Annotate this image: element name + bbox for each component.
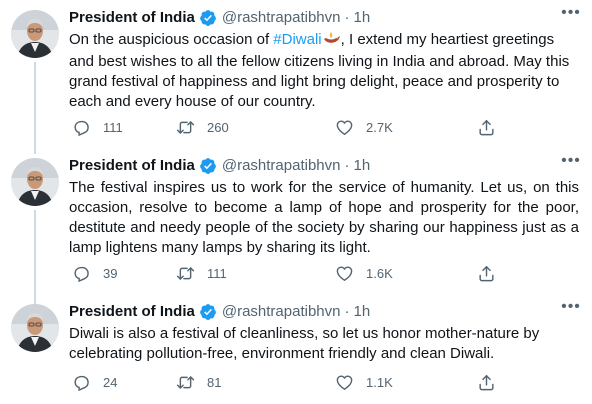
share-icon xyxy=(477,264,496,283)
tweet-1[interactable]: President of India @rashtrapatibhvn · 1h… xyxy=(0,0,592,154)
reply-icon xyxy=(72,373,91,392)
verified-badge-icon xyxy=(199,303,217,321)
tweet-3[interactable]: President of India @rashtrapatibhvn · 1h… xyxy=(0,294,592,404)
tweet-text: Diwali is also a festival of cleanliness… xyxy=(69,325,540,362)
tweet-header: President of India @rashtrapatibhvn · 1h xyxy=(69,302,370,322)
like-count: 1.1K xyxy=(366,374,393,390)
retweet-count: 81 xyxy=(207,374,222,390)
timestamp[interactable]: 1h xyxy=(353,302,370,322)
display-name[interactable]: President of India xyxy=(69,156,195,176)
retweet-button[interactable]: 260 xyxy=(176,117,229,137)
tweet-header: President of India @rashtrapatibhvn · 1h xyxy=(69,156,370,176)
share-button[interactable] xyxy=(477,372,506,392)
retweet-icon xyxy=(176,118,195,137)
like-button[interactable]: 2.7K xyxy=(335,117,393,137)
verified-badge-icon xyxy=(199,9,217,27)
timestamp[interactable]: 1h xyxy=(353,156,370,176)
diwali-lamp-emoji xyxy=(323,32,341,52)
separator-dot: · xyxy=(344,303,350,320)
like-count: 1.6K xyxy=(366,265,393,281)
share-button[interactable] xyxy=(477,117,506,137)
reply-button[interactable]: 39 xyxy=(72,263,117,283)
hashtag-link[interactable]: #Diwali xyxy=(273,31,321,48)
reply-icon xyxy=(72,118,91,137)
timestamp[interactable]: 1h xyxy=(353,8,370,28)
thread-connector-line xyxy=(34,62,36,154)
reply-button[interactable]: 24 xyxy=(72,372,117,392)
like-button[interactable]: 1.6K xyxy=(335,263,393,283)
user-handle[interactable]: @rashtrapatibhvn xyxy=(222,8,341,28)
verified-badge-icon xyxy=(199,157,217,175)
retweet-count: 260 xyxy=(207,119,229,135)
retweet-button[interactable]: 81 xyxy=(176,372,221,392)
avatar[interactable] xyxy=(11,10,59,58)
like-icon xyxy=(335,264,354,283)
more-options-icon[interactable]: ••• xyxy=(560,298,582,318)
share-button[interactable] xyxy=(477,263,506,283)
tweet-header: President of India @rashtrapatibhvn · 1h xyxy=(69,8,370,28)
more-options-icon[interactable]: ••• xyxy=(560,152,582,172)
display-name[interactable]: President of India xyxy=(69,8,195,28)
separator-dot: · xyxy=(344,9,350,26)
retweet-count: 111 xyxy=(207,265,227,281)
share-icon xyxy=(477,118,496,137)
like-icon xyxy=(335,373,354,392)
reply-button[interactable]: 111 xyxy=(72,117,123,137)
retweet-icon xyxy=(176,373,195,392)
retweet-icon xyxy=(176,264,195,283)
share-icon xyxy=(477,373,496,392)
tweet-actions: 24 81 1.1K xyxy=(69,372,499,392)
tweet-text: The festival inspires us to work for the… xyxy=(69,179,579,256)
reply-icon xyxy=(72,264,91,283)
reply-count: 39 xyxy=(103,265,118,281)
like-button[interactable]: 1.1K xyxy=(335,372,393,392)
avatar[interactable] xyxy=(11,304,59,352)
tweet-actions: 39 111 1.6K xyxy=(69,263,499,283)
tweet-2[interactable]: President of India @rashtrapatibhvn · 1h… xyxy=(0,148,592,304)
tweet-thread: President of India @rashtrapatibhvn · 1h… xyxy=(0,0,592,404)
reply-count: 24 xyxy=(103,374,118,390)
display-name[interactable]: President of India xyxy=(69,302,195,322)
retweet-button[interactable]: 111 xyxy=(176,263,227,283)
more-options-icon[interactable]: ••• xyxy=(560,4,582,24)
thread-connector-line xyxy=(34,210,36,304)
like-icon xyxy=(335,118,354,137)
tweet-text-start: On the auspicious occasion of xyxy=(69,31,274,48)
reply-count: 111 xyxy=(103,119,123,135)
tweet-actions: 111 260 2.7K xyxy=(69,117,499,137)
separator-dot: · xyxy=(344,157,350,174)
like-count: 2.7K xyxy=(366,119,393,135)
user-handle[interactable]: @rashtrapatibhvn xyxy=(222,156,341,176)
user-handle[interactable]: @rashtrapatibhvn xyxy=(222,302,341,322)
avatar[interactable] xyxy=(11,158,59,206)
tweet-text: On the auspicious occasion of #Diwali, I… xyxy=(69,30,579,112)
